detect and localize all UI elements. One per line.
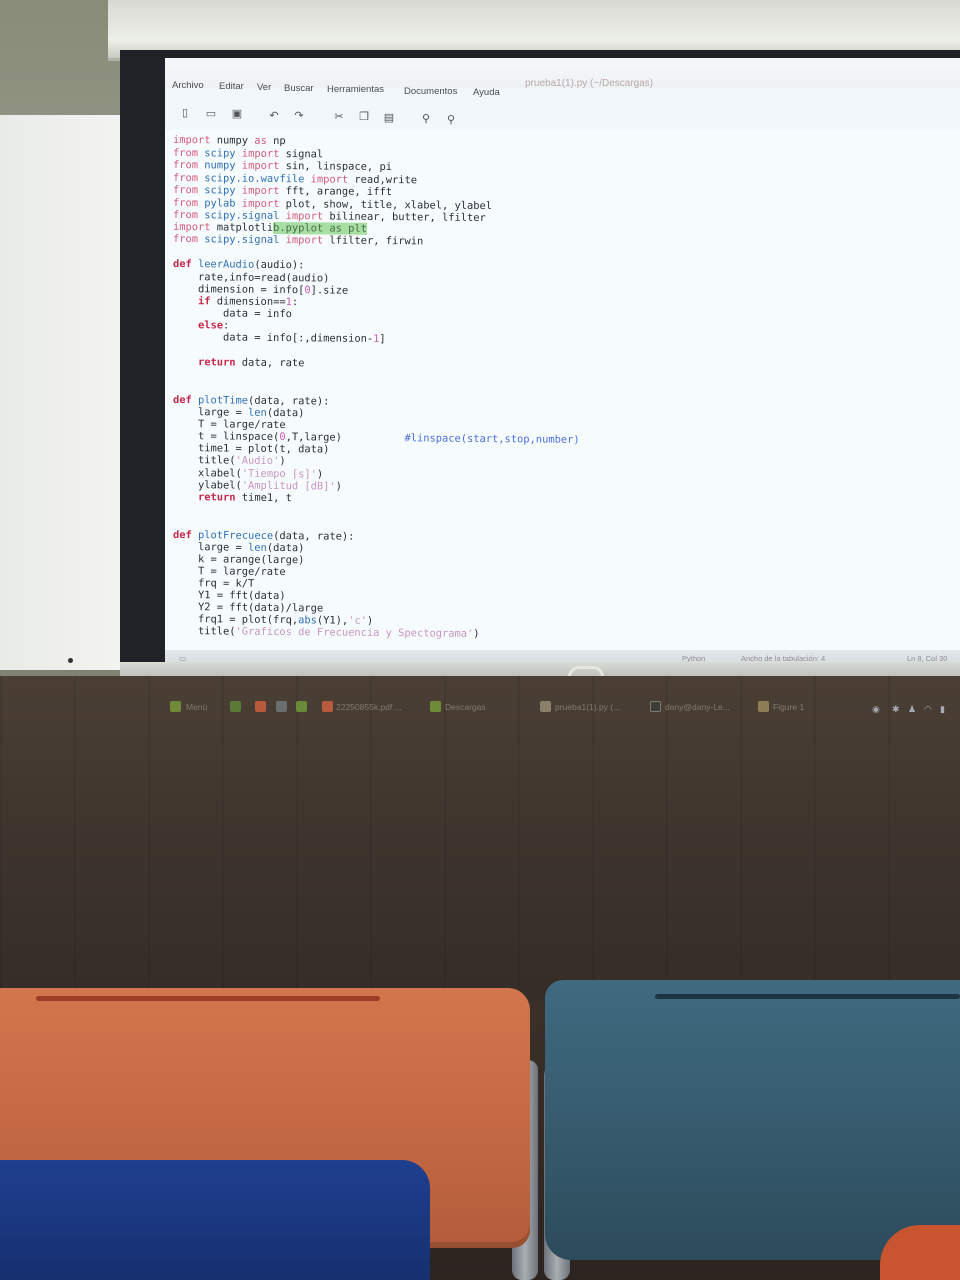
menu-icon[interactable]: [170, 701, 181, 712]
code-line: data = info[:,dimension-1]: [172, 331, 386, 346]
new-file-icon[interactable]: ▯: [179, 107, 191, 119]
code-line: def leerAudio(audio):: [172, 258, 305, 272]
search-icon[interactable]: ⚲: [420, 113, 432, 125]
screen-bottom-bar: [120, 662, 960, 676]
copy-icon[interactable]: ❐: [358, 111, 370, 123]
paste-icon[interactable]: ▤: [383, 112, 395, 124]
code-line: frq = k/T: [172, 577, 255, 590]
blue-chair-back: [0, 1160, 430, 1280]
menu-archivo[interactable]: Archivo: [172, 80, 204, 91]
projected-taskbar: Menú 22250855k.pdf ... Descargas prueba1…: [160, 696, 960, 722]
menu-buscar[interactable]: Buscar: [284, 83, 314, 94]
save-icon[interactable]: ▣: [231, 108, 243, 120]
menu-documentos[interactable]: Documentos: [404, 86, 457, 97]
desktop-icon[interactable]: [230, 701, 241, 712]
terminal-icon: [650, 701, 661, 712]
code-line: else:: [197, 319, 230, 332]
taskbar-item[interactable]: Descargas: [445, 702, 486, 712]
projected-editor-window: prueba1(1).py (~/Descargas) Archivo Edit…: [165, 58, 960, 666]
code-line: title('Audio'): [172, 454, 286, 468]
files-icon[interactable]: [296, 701, 307, 712]
bluetooth-icon[interactable]: ✱: [892, 704, 900, 715]
code-line: import numpy as np: [172, 134, 286, 148]
menu-ver[interactable]: Ver: [257, 82, 271, 93]
text-editor-icon: [540, 701, 551, 712]
wood-panel-wall: [0, 676, 960, 1006]
terminal-icon[interactable]: [276, 701, 287, 712]
board-marker-dot: [68, 658, 73, 663]
redo-icon[interactable]: ↷: [293, 110, 305, 122]
wifi-icon[interactable]: ◠: [924, 704, 932, 715]
code-line: from numpy import sin, linspace, pi: [172, 159, 393, 174]
menu-ayuda[interactable]: Ayuda: [473, 87, 500, 98]
browser-icon[interactable]: [255, 701, 266, 712]
taskbar-item[interactable]: 22250855k.pdf ...: [336, 702, 402, 712]
taskbar-item[interactable]: prueba1(1).py (...: [555, 702, 620, 712]
code-editor[interactable]: import numpy as np from scipy import sig…: [165, 130, 960, 650]
shield-icon[interactable]: ◉: [872, 704, 880, 715]
open-file-icon[interactable]: ▭: [205, 108, 217, 120]
replace-icon[interactable]: ⚲: [445, 114, 457, 126]
taskbar-menu[interactable]: Menú: [186, 702, 207, 712]
menu-editar[interactable]: Editar: [219, 81, 244, 92]
folder-icon: [430, 701, 441, 712]
taskbar-item[interactable]: Figure 1: [773, 702, 804, 712]
menu-herramientas[interactable]: Herramientas: [327, 84, 384, 95]
code-line: title('Graficos de Frecuencia y Spectogr…: [172, 625, 480, 640]
code-line: return time1, t: [197, 491, 292, 505]
code-line: T = large/rate: [172, 418, 286, 432]
blue-desk: [545, 980, 960, 1260]
taskbar-item[interactable]: dany@dany-Le...: [665, 702, 730, 712]
battery-icon[interactable]: ▮: [940, 704, 945, 715]
figure-icon: [758, 701, 769, 712]
code-line: from scipy.signal import lfilter, firwin: [172, 233, 424, 248]
code-line: from scipy import fft, arange, ifft: [172, 184, 393, 199]
user-icon[interactable]: ♟: [908, 704, 916, 715]
code-line: T = large/rate: [172, 565, 286, 579]
desk-pen-groove: [36, 996, 380, 1001]
code-comment: #linspace(start,stop,number): [404, 432, 580, 446]
code-line: Y1 = fft(data): [172, 589, 286, 603]
undo-icon[interactable]: ↶: [268, 110, 280, 122]
code-line: data = info: [172, 307, 292, 321]
cut-icon[interactable]: ✂: [333, 111, 345, 123]
code-line: return data, rate: [197, 356, 305, 370]
desk-pen-groove: [655, 994, 960, 999]
pdf-icon: [322, 701, 333, 712]
